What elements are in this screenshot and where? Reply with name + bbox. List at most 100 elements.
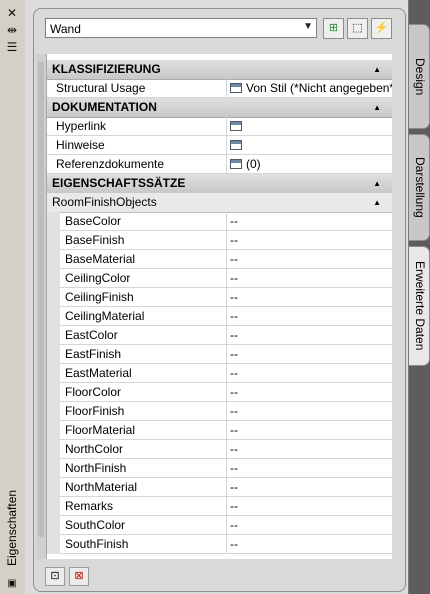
tab-erweiterte-daten[interactable]: Erweiterte Daten bbox=[409, 246, 430, 366]
property-value[interactable] bbox=[230, 136, 246, 154]
property-value[interactable]: -- bbox=[230, 212, 238, 230]
property-row[interactable]: CeilingFinish -- bbox=[47, 288, 392, 307]
property-value[interactable]: Von Stil (*Nicht angegeben*) bbox=[230, 79, 392, 97]
property-row[interactable]: FloorColor -- bbox=[47, 383, 392, 402]
property-value[interactable]: -- bbox=[230, 478, 238, 496]
quick-select-icon[interactable]: ⚡ bbox=[371, 18, 392, 39]
property-grid: KLASSIFIZIERUNG ▲ Structural Usage Von Stil… bbox=[36, 54, 392, 559]
property-value[interactable] bbox=[230, 117, 246, 135]
palette-tabs: Design Darstellung Erweiterte Daten bbox=[409, 0, 430, 594]
property-set-header[interactable]: RoomFinishObjects ▲ bbox=[47, 193, 392, 213]
property-value[interactable]: -- bbox=[230, 307, 238, 325]
property-label: Hinweise bbox=[47, 136, 227, 154]
property-label: EastColor bbox=[47, 326, 227, 344]
property-value[interactable]: -- bbox=[230, 326, 238, 344]
autohide-icon[interactable]: ⇹ bbox=[5, 23, 19, 37]
collapse-icon[interactable]: ▲ bbox=[368, 174, 381, 193]
property-label: CeilingColor bbox=[47, 269, 227, 287]
property-value[interactable]: -- bbox=[230, 440, 238, 458]
property-value[interactable]: -- bbox=[230, 535, 238, 553]
section-header[interactable]: KLASSIFIZIERUNG ▲ bbox=[47, 60, 392, 80]
property-label: NorthMaterial bbox=[47, 478, 227, 496]
property-row[interactable]: EastColor -- bbox=[47, 326, 392, 345]
chevron-down-icon[interactable]: ▼ bbox=[303, 21, 313, 32]
property-value-text: (0) bbox=[246, 157, 261, 171]
property-value[interactable]: -- bbox=[230, 288, 238, 306]
property-value-text: -- bbox=[230, 480, 238, 494]
property-row[interactable]: SouthColor -- bbox=[47, 516, 392, 535]
worksheet-icon[interactable] bbox=[230, 83, 242, 93]
property-value-text: -- bbox=[230, 366, 238, 380]
property-value[interactable]: -- bbox=[230, 269, 238, 287]
property-value[interactable]: (0) bbox=[230, 155, 261, 173]
property-value[interactable]: -- bbox=[230, 402, 238, 420]
property-value-text: -- bbox=[230, 252, 238, 266]
remove-property-set-icon[interactable]: ⊠ bbox=[69, 567, 89, 586]
property-label: BaseColor bbox=[47, 212, 227, 230]
tab-design[interactable]: Design bbox=[409, 24, 430, 129]
property-row[interactable]: NorthMaterial -- bbox=[47, 478, 392, 497]
worksheet-icon[interactable] bbox=[230, 140, 242, 150]
collapse-icon[interactable]: ▲ bbox=[368, 193, 381, 212]
property-label: BaseMaterial bbox=[47, 250, 227, 268]
property-value[interactable]: -- bbox=[230, 421, 238, 439]
object-type-select[interactable]: Wand ▼ bbox=[45, 18, 317, 38]
property-value-text: -- bbox=[230, 518, 238, 532]
property-row[interactable]: NorthFinish -- bbox=[47, 459, 392, 478]
select-objects-icon[interactable]: ⬚ bbox=[347, 18, 368, 39]
section-header[interactable]: EIGENSCHAFTSSÄTZE ▲ bbox=[47, 174, 392, 194]
property-value[interactable]: -- bbox=[230, 383, 238, 401]
property-label: Hyperlink bbox=[47, 117, 227, 135]
property-label: NorthColor bbox=[47, 440, 227, 458]
property-label: EastMaterial bbox=[47, 364, 227, 382]
properties-palette: Wand ▼ ⊞ ⬚ ⚡ KLASSIFIZIERUNG ▲ Structural … bbox=[25, 0, 409, 594]
property-row[interactable]: FloorFinish -- bbox=[47, 402, 392, 421]
section-title: DOKUMENTATION bbox=[52, 100, 157, 114]
worksheet-icon[interactable] bbox=[230, 159, 242, 169]
property-row[interactable]: Hyperlink bbox=[47, 117, 392, 136]
property-value[interactable]: -- bbox=[230, 459, 238, 477]
property-row[interactable]: BaseFinish -- bbox=[47, 231, 392, 250]
property-value[interactable]: -- bbox=[230, 250, 238, 268]
property-row[interactable]: Remarks -- bbox=[47, 497, 392, 516]
property-row[interactable]: NorthColor -- bbox=[47, 440, 392, 459]
collapse-icon[interactable]: ▲ bbox=[368, 60, 381, 79]
property-value[interactable]: -- bbox=[230, 364, 238, 382]
properties-panel: Wand ▼ ⊞ ⬚ ⚡ KLASSIFIZIERUNG ▲ Structural … bbox=[33, 8, 406, 592]
property-label: CeilingMaterial bbox=[47, 307, 227, 325]
collapse-icon[interactable]: ▲ bbox=[368, 98, 381, 117]
property-value-text: -- bbox=[230, 442, 238, 456]
property-row[interactable]: BaseColor -- bbox=[47, 212, 392, 231]
property-row[interactable]: EastMaterial -- bbox=[47, 364, 392, 383]
section-title: KLASSIFIZIERUNG bbox=[52, 62, 161, 76]
property-row[interactable]: Referenzdokumente (0) bbox=[47, 155, 392, 174]
property-row[interactable]: CeilingColor -- bbox=[47, 269, 392, 288]
property-row[interactable]: Structural Usage Von Stil (*Nicht angegeb… bbox=[47, 79, 392, 98]
tab-darstellung[interactable]: Darstellung bbox=[409, 134, 430, 241]
property-row[interactable]: CeilingMaterial -- bbox=[47, 307, 392, 326]
toggle-pickadd-icon[interactable]: ⊞ bbox=[323, 18, 344, 39]
property-set-title: RoomFinishObjects bbox=[52, 195, 157, 209]
property-row[interactable]: SouthFinish -- bbox=[47, 535, 392, 554]
property-row[interactable]: Hinweise bbox=[47, 136, 392, 155]
property-label: BaseFinish bbox=[47, 231, 227, 249]
add-property-set-icon[interactable]: ⊡ bbox=[45, 567, 65, 586]
property-value[interactable]: -- bbox=[230, 231, 238, 249]
close-icon[interactable]: ✕ bbox=[5, 6, 19, 20]
property-value-text: -- bbox=[230, 537, 238, 551]
palette-menu-icon[interactable]: ☰ bbox=[5, 40, 19, 54]
section-header[interactable]: DOKUMENTATION ▲ bbox=[47, 98, 392, 118]
property-value-text: -- bbox=[230, 461, 238, 475]
property-value-text: -- bbox=[230, 214, 238, 228]
property-row[interactable]: EastFinish -- bbox=[47, 345, 392, 364]
property-value[interactable]: -- bbox=[230, 497, 238, 515]
scrollbar[interactable] bbox=[38, 62, 44, 537]
worksheet-icon[interactable] bbox=[230, 121, 242, 131]
property-value[interactable]: -- bbox=[230, 516, 238, 534]
property-row[interactable]: FloorMaterial -- bbox=[47, 421, 392, 440]
property-value[interactable]: -- bbox=[230, 345, 238, 363]
palette-properties-icon[interactable]: ▣ bbox=[5, 577, 19, 591]
property-row[interactable]: BaseMaterial -- bbox=[47, 250, 392, 269]
property-label: SouthFinish bbox=[47, 535, 227, 553]
property-value-text: -- bbox=[230, 233, 238, 247]
